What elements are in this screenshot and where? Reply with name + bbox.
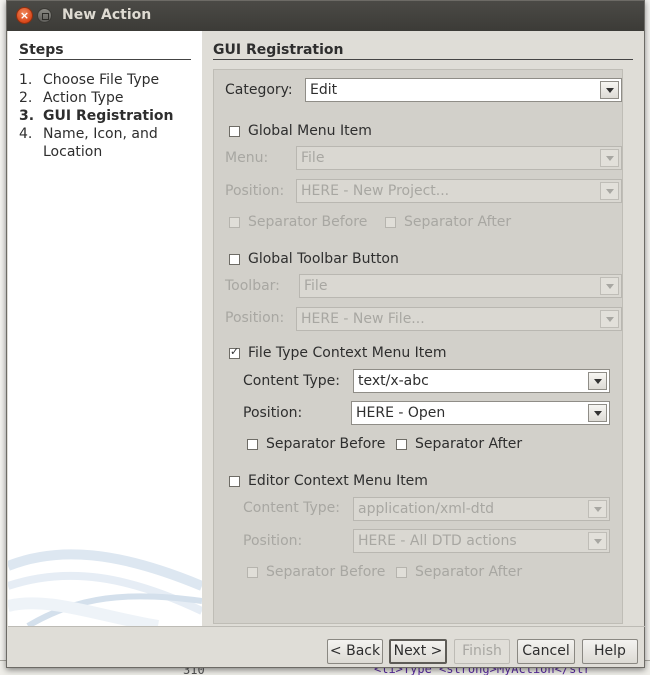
close-icon[interactable]: × (16, 7, 33, 24)
toolbar-label: Toolbar: (225, 278, 280, 294)
panel-title: GUI Registration (213, 42, 344, 58)
finish-button[interactable]: Finish (454, 639, 510, 664)
help-button[interactable]: Help (582, 639, 638, 664)
minimize-icon[interactable] (37, 8, 52, 23)
editor-content-type-value: application/xml-dtd (358, 501, 495, 517)
file-content-type-label: Content Type: (243, 373, 341, 389)
editor-position-value: HERE - All DTD actions (358, 533, 517, 549)
file-position-label: Position: (243, 405, 303, 421)
editor-separator-before-checkbox[interactable] (247, 567, 258, 578)
back-button[interactable]: < Back (327, 639, 383, 664)
panel-divider (213, 59, 633, 60)
step-item-current: 3. GUI Registration (19, 108, 174, 124)
step-item: 1. Choose File Type (19, 72, 160, 88)
global-toolbar-checkbox[interactable] (229, 254, 240, 265)
editor-context-label: Editor Context Menu Item (248, 473, 428, 489)
chevron-down-icon[interactable] (600, 277, 619, 295)
step-item: 2. Action Type (19, 90, 124, 106)
menu-value: File (301, 150, 325, 166)
toolbar-position-value: HERE - New File... (301, 311, 425, 327)
chevron-down-icon[interactable] (588, 372, 607, 390)
file-content-type-combo[interactable]: text/x-abc (353, 369, 610, 393)
window-title: New Action (62, 7, 152, 23)
gui-registration-panel: GUI Registration Category: Edit Global M… (202, 31, 644, 626)
steps-title: Steps (19, 42, 64, 58)
editor-position-label: Position: (243, 533, 303, 549)
menu-combo[interactable]: File (296, 146, 622, 170)
editor-separator-before-label: Separator Before (266, 564, 386, 580)
menu-separator-before-label: Separator Before (248, 214, 368, 230)
file-position-combo[interactable]: HERE - Open (351, 401, 610, 425)
file-separator-after-label: Separator After (415, 436, 523, 452)
steps-list: 1. Choose File Type 2. Action Type 3. GUI R… (19, 71, 174, 161)
chevron-down-icon[interactable] (588, 532, 607, 550)
category-label: Category: (225, 82, 293, 98)
button-bar-divider (8, 626, 645, 627)
file-position-value: HERE - Open (356, 405, 446, 421)
file-content-type-value: text/x-abc (358, 373, 429, 389)
global-menu-label: Global Menu Item (248, 123, 372, 139)
chevron-down-icon[interactable] (600, 182, 619, 200)
editor-separator-after-checkbox[interactable] (396, 567, 407, 578)
steps-divider (19, 59, 191, 60)
chevron-down-icon[interactable] (588, 500, 607, 518)
menu-separator-after-checkbox[interactable] (385, 217, 396, 228)
chevron-down-icon[interactable] (600, 81, 619, 99)
steps-panel: Steps 1. Choose File Type 2. Action Type 3… (8, 31, 202, 626)
editor-position-combo[interactable]: HERE - All DTD actions (353, 529, 610, 553)
decorative-swoosh-image (8, 549, 202, 626)
editor-context-checkbox[interactable] (229, 476, 240, 487)
toolbar-value: File (304, 278, 328, 294)
next-button[interactable]: Next > (389, 639, 447, 664)
file-type-context-label: File Type Context Menu Item (248, 345, 447, 361)
cancel-button[interactable]: Cancel (517, 639, 575, 664)
editor-content-type-label: Content Type: (243, 500, 341, 516)
global-toolbar-label: Global Toolbar Button (248, 251, 399, 267)
toolbar-position-combo[interactable]: HERE - New File... (296, 307, 622, 331)
editor-separator-after-label: Separator After (415, 564, 523, 580)
editor-content-type-combo[interactable]: application/xml-dtd (353, 497, 610, 521)
title-bar: × New Action (7, 1, 644, 31)
file-separator-after-checkbox[interactable] (396, 439, 407, 450)
menu-separator-before-checkbox[interactable] (229, 217, 240, 228)
global-menu-checkbox[interactable] (229, 126, 240, 137)
menu-position-combo[interactable]: HERE - New Project... (296, 179, 622, 203)
menu-label: Menu: (225, 150, 269, 166)
chevron-down-icon[interactable] (600, 149, 619, 167)
menu-separator-after-label: Separator After (404, 214, 512, 230)
new-action-dialog: × New Action Steps 1. Choose File Type 2.… (6, 0, 645, 668)
chevron-down-icon[interactable] (600, 310, 619, 328)
category-value: Edit (310, 82, 338, 98)
file-separator-before-checkbox[interactable] (247, 439, 258, 450)
file-type-context-checkbox[interactable] (229, 345, 240, 359)
step-item: 4. Name, Icon, and Location (19, 126, 158, 160)
toolbar-position-label: Position: (225, 310, 285, 326)
file-separator-before-label: Separator Before (266, 436, 386, 452)
menu-position-value: HERE - New Project... (301, 183, 450, 199)
chevron-down-icon[interactable] (588, 404, 607, 422)
menu-position-label: Position: (225, 183, 285, 199)
category-combo[interactable]: Edit (305, 78, 622, 102)
toolbar-combo[interactable]: File (299, 274, 622, 298)
